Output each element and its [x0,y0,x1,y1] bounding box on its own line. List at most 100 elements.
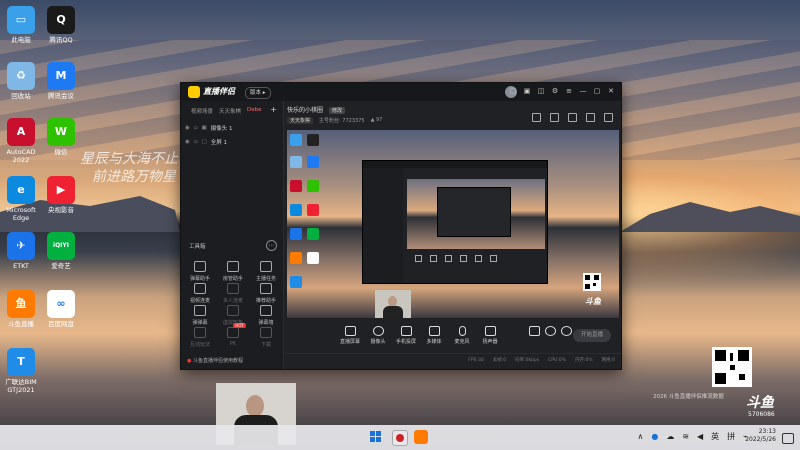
room-actions [532,113,613,122]
gift-icon[interactable] [532,113,541,122]
windows-start-icon[interactable] [370,431,382,443]
toolbox-item[interactable]: 弹弹幕 [187,305,213,326]
tool-label: 多人连麦 [222,298,243,304]
desktop-icon[interactable]: iQIYI 爱奇艺 [38,232,84,270]
tutorial-link[interactable]: ● 斗鱼直播伴侣使用教程 [187,357,243,364]
tray-wifi-icon[interactable]: ≋ [682,431,689,443]
skin-icon[interactable]: ▣ [523,87,531,95]
toolbox-item[interactable]: 视频连麦 [187,283,213,304]
app-icon: 鱼 [7,290,35,318]
app-title: 直播伴侣 [203,87,235,96]
phone-icon [400,326,412,336]
tool-icon [194,327,206,338]
toolbox-more-icon[interactable]: ⋯ [266,240,277,251]
taskbar: ∧ ● ☁ ≋ ◀ 英 拼 ⌁ 23:13 2022/5/26 [0,425,800,450]
scene-label: 摄像头 1 [210,126,233,132]
app-icon: W [47,118,75,146]
tab-chess[interactable]: 天天象棋 [219,107,241,115]
preview-baidu-icon [307,252,319,264]
tray-bluetooth-icon[interactable]: ● [651,431,658,443]
tool-camera[interactable]: 摄像头 [367,326,389,345]
desktop-icon[interactable]: ▶ 央视影音 [38,176,84,214]
title-bar: 直播伴侣 版本 ▸ ▢ ▣ ◫ ⚙ ≡ — ▢ ✕ [181,83,621,101]
notification-icon[interactable] [782,433,794,444]
minimize-icon[interactable]: — [579,87,587,95]
tool-screen-capture[interactable]: 直播屏幕 [339,326,361,345]
settings-icon [560,326,572,336]
hot-badge: HOT [233,323,246,328]
tool-label: 互动玩法 [189,342,210,348]
tool-phone-cast[interactable]: 手机投屏 [395,326,417,345]
person-body [383,306,403,318]
desktop-icon[interactable]: ∞ 百度网盘 [38,290,84,328]
tray-volume-icon[interactable]: ◀ [697,431,703,443]
preview-iqiyi-icon [307,228,319,240]
toolbox-item[interactable]: PK HOT [220,323,246,347]
status-item: 码率:0kbps [515,358,540,363]
tray-input-lang[interactable]: 英 [711,431,719,443]
tab-video-scene[interactable]: 视频场景 [191,107,213,115]
lock-icon[interactable]: ▫ [194,125,198,131]
record-icon[interactable] [568,113,577,122]
taskbar-clock[interactable]: 23:13 2022/5/26 [745,428,776,444]
toolbox-item[interactable]: 主播任务 [253,261,279,282]
toolbox-item[interactable]: 弹幕助手 [187,261,213,282]
menu-icon[interactable]: ≡ [565,87,573,95]
close-icon[interactable]: ✕ [607,87,615,95]
camera-icon [372,326,384,336]
message-icon[interactable]: ▢ [509,87,517,95]
version-button[interactable]: 版本 ▸ [245,87,271,99]
add-tab-icon[interactable]: + [270,106,277,115]
preview-cctv-icon [307,204,319,216]
nested-window-preview [362,160,548,284]
eye-icon[interactable]: ◉ [185,125,190,131]
share-icon[interactable] [604,113,613,122]
tab-debe[interactable]: Debe [247,107,262,115]
start-live-button[interactable]: 开始直播 [573,329,611,342]
app-icon: T [7,348,35,376]
tool-microphone[interactable]: 麦克风 [451,326,473,345]
settings-icon[interactable]: ⚙ [551,87,559,95]
bell-icon[interactable] [586,113,595,122]
desktop-icon[interactable]: W 微信 [38,118,84,156]
lock-icon[interactable] [550,113,559,122]
room-category[interactable]: 天天象棋 [287,117,314,124]
toolbox-item[interactable]: 房管助手 [220,261,246,282]
preview-qq-icon [307,134,319,146]
edit-room-button[interactable]: 修改 [328,107,345,114]
app-icon: ♻ [7,62,35,90]
lock-icon[interactable]: ▫ [194,139,198,145]
tool-icon [227,261,239,272]
nested-preview [407,179,545,249]
gift-icon[interactable]: ◫ [537,87,545,95]
scene-item-fullscreen[interactable]: ◉ ▫ ▢ 全屏 1 [181,132,283,146]
stream-preview[interactable]: 斗鱼 [287,130,619,318]
app-icon: Q [47,6,75,34]
tool-speaker[interactable]: 扬声器 [479,326,501,345]
tray-input-mode[interactable]: 拼 [727,431,735,443]
toolbox-item[interactable]: 多人连麦 [220,283,246,304]
toolbox-item[interactable]: 下载 [253,327,279,348]
desktop-icon-label: 广联达BIM GTJ2021 [5,378,37,394]
tray-expand-icon[interactable]: ∧ [637,431,643,443]
tray-cloud-icon[interactable]: ☁ [666,431,674,443]
desktop-icon[interactable]: T 广联达BIM GTJ2021 [0,348,44,394]
room-title: 快乐的小棋圈 [287,107,324,114]
app-icon: ▶ [47,176,75,204]
douyu-taskbar-icon[interactable] [414,430,428,444]
scene-tabs: 视频场景 天天象棋 Debe + [181,101,283,116]
gear-icon [544,326,556,336]
tool-label: 扬声器 [482,339,498,345]
desktop-icon[interactable]: Q 腾讯QQ [38,6,84,44]
toolbox-item[interactable]: 互动玩法 [187,327,213,348]
steam-taskbar-icon[interactable] [392,430,408,446]
desktop-icon[interactable]: M 腾讯会议 [38,62,84,100]
toolbox-item[interactable]: 推荐助手 [253,283,279,304]
tool-label: 直播屏幕 [339,339,360,345]
toolbox-item[interactable]: 弹幕墙 [253,305,279,326]
maximize-icon[interactable]: ▢ [593,87,601,95]
camera-overlay [375,290,411,318]
eye-icon[interactable]: ◉ [185,139,190,145]
tool-media[interactable]: 多媒体 [423,326,445,345]
scene-item-camera[interactable]: ◉ ▫ ▣ 摄像头 1 [181,115,283,132]
